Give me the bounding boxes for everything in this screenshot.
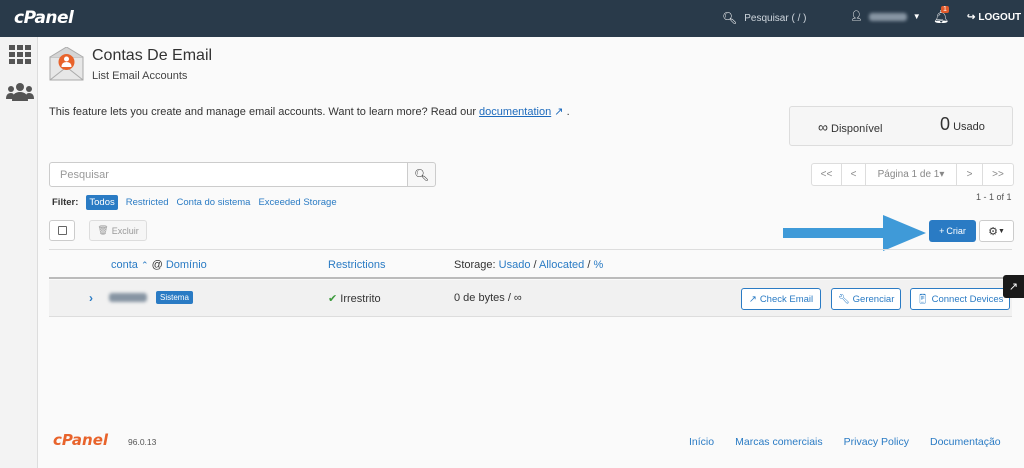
footer-link-documentation[interactable]: Documentação	[930, 436, 1001, 448]
storage-value: 0 de bytes / ∞	[454, 292, 522, 304]
trash-icon: 🗑︎	[97, 225, 109, 235]
gear-icon: ⚙	[988, 225, 998, 238]
footer-link-privacy[interactable]: Privacy Policy	[844, 436, 909, 448]
top-bar: cPanel 🔍︎ Pesquisar ( / ) 👤︎ ▼ 🔔︎ 1 ↪ LO…	[0, 0, 1024, 37]
email-accounts-icon	[49, 47, 84, 81]
caret-down-icon: ▼	[912, 12, 921, 21]
search-icon: 🔍︎	[722, 11, 738, 25]
checkbox-box	[58, 226, 67, 235]
restriction-label: Irrestrito	[340, 293, 381, 305]
sort-restrictions[interactable]: Restrictions	[328, 259, 385, 271]
chevron-right-icon[interactable]: ›	[89, 291, 93, 305]
result-range: 1 - 1 of 1	[976, 192, 1012, 202]
delete-label: Excluir	[111, 225, 139, 236]
wrench-icon: 🔧︎	[837, 293, 850, 305]
intro-body: This feature lets you create and manage …	[49, 106, 480, 118]
used-stat: 0 Usado	[940, 114, 985, 135]
connect-devices-label: Connect Devices	[931, 293, 1004, 305]
pagination: << < Página 1 de 1 ▾ > >>	[811, 163, 1014, 186]
filter-bar: Filter: Todos Restricted Conta do sistem…	[52, 195, 337, 210]
create-button[interactable]: + Criar	[929, 220, 976, 242]
check-email-button[interactable]: ↗ Check Email	[741, 288, 821, 310]
logout-icon: ↪	[967, 12, 976, 23]
check-email-label: Check Email	[759, 293, 814, 305]
footer-links: Início Marcas comerciais Privacy Policy …	[689, 436, 1001, 448]
filter-restricted[interactable]: Restricted	[126, 197, 169, 208]
sort-percent[interactable]: %	[593, 259, 603, 271]
search-input[interactable]: Pesquisar	[49, 162, 408, 187]
sort-account[interactable]: conta	[111, 259, 138, 271]
last-page-button[interactable]: >>	[983, 164, 1013, 185]
account-name-blurred[interactable]	[109, 293, 147, 302]
users-icon[interactable]	[6, 82, 34, 102]
used-label: Usado	[953, 121, 985, 133]
restriction-status: ✔ Irrestrito	[328, 292, 381, 305]
sort-asc-icon: ⌃	[140, 260, 149, 270]
version-label: 96.0.13	[128, 437, 157, 447]
sort-allocated[interactable]: Allocated	[539, 259, 584, 271]
chart-icon[interactable]: ↗	[1003, 275, 1024, 298]
filter-exceeded-storage[interactable]: Exceeded Storage	[258, 197, 336, 208]
search-button[interactable]: 🔍︎	[407, 162, 436, 187]
delete-button[interactable]: 🗑︎ Excluir	[89, 220, 147, 241]
system-badge: Sistema	[156, 291, 193, 304]
top-search-input[interactable]: Pesquisar ( / )	[744, 13, 806, 24]
create-label: Criar	[946, 226, 966, 236]
external-link-icon: ↗	[554, 106, 564, 118]
username-blurred	[868, 12, 907, 21]
next-page-button[interactable]: >	[957, 164, 983, 185]
available-label: Disponível	[831, 123, 883, 135]
caret-down-icon: ▼	[997, 227, 1005, 235]
manage-button[interactable]: 🔧︎ Gerenciar	[831, 288, 901, 310]
page-select[interactable]: Página 1 de 1 ▾	[866, 164, 957, 185]
connect-devices-button[interactable]: 📱︎ Connect Devices	[910, 288, 1010, 310]
cpanel-logo[interactable]: cPanel	[14, 8, 74, 28]
page-label: Página 1 de 1	[877, 169, 940, 180]
footer-link-home[interactable]: Início	[689, 436, 714, 448]
external-link-icon: ↗	[748, 293, 757, 305]
sort-used[interactable]: Usado	[499, 259, 531, 271]
user-icon: 👤︎	[850, 11, 863, 22]
grid-icon[interactable]	[9, 45, 31, 65]
sort-domain[interactable]: Domínio	[166, 259, 207, 271]
storage-header: Storage: Usado / Allocated / %	[454, 259, 604, 271]
storage-prefix: Storage:	[454, 259, 496, 271]
available-stat: ∞ Disponível	[818, 119, 882, 135]
footer-link-trademarks[interactable]: Marcas comerciais	[735, 436, 823, 448]
user-menu[interactable]: 👤︎ ▼	[850, 11, 921, 22]
infinity-value: ∞	[818, 119, 828, 135]
intro-text: This feature lets you create and manage …	[49, 105, 570, 118]
plus-icon: +	[939, 226, 945, 236]
prev-page-button[interactable]: <	[842, 164, 866, 185]
documentation-link[interactable]: documentation	[479, 106, 551, 118]
notification-badge: 1	[941, 6, 949, 13]
select-all-checkbox[interactable]	[49, 220, 75, 241]
at-symbol: @	[151, 259, 163, 271]
logout-button[interactable]: ↪ LOGOUT	[967, 12, 1021, 23]
intro-suffix: .	[566, 106, 570, 118]
manage-label: Gerenciar	[852, 293, 895, 305]
mobile-icon: 📱︎	[916, 293, 929, 305]
page-subtitle: List Email Accounts	[92, 70, 188, 82]
account-stats: ∞ Disponível 0 Usado	[789, 106, 1013, 146]
check-icon: ✔	[328, 293, 338, 305]
main-content: Contas De Email List Email Accounts This…	[38, 37, 1024, 468]
account-domain-header: conta ⌃ @ Domínio	[111, 259, 207, 271]
first-page-button[interactable]: <<	[812, 164, 842, 185]
filter-system-account[interactable]: Conta do sistema	[177, 197, 251, 208]
sidebar	[0, 37, 38, 468]
search-icon: 🔍︎	[413, 167, 430, 182]
filter-label: Filter:	[52, 197, 79, 208]
page-title: Contas De Email	[92, 47, 213, 64]
table-header: conta ⌃ @ Domínio Restrictions Storage: …	[49, 249, 1012, 279]
footer-cpanel-logo: cPanel	[53, 431, 109, 449]
table-row: › Sistema ✔ Irrestrito 0 de bytes / ∞ ↗ …	[49, 280, 1012, 317]
logout-label: LOGOUT	[978, 12, 1022, 23]
top-search[interactable]: 🔍︎ Pesquisar ( / )	[722, 11, 806, 25]
used-count: 0	[940, 114, 951, 134]
filter-todos[interactable]: Todos	[86, 195, 118, 210]
settings-dropdown-button[interactable]: ⚙ ▼	[979, 220, 1014, 242]
